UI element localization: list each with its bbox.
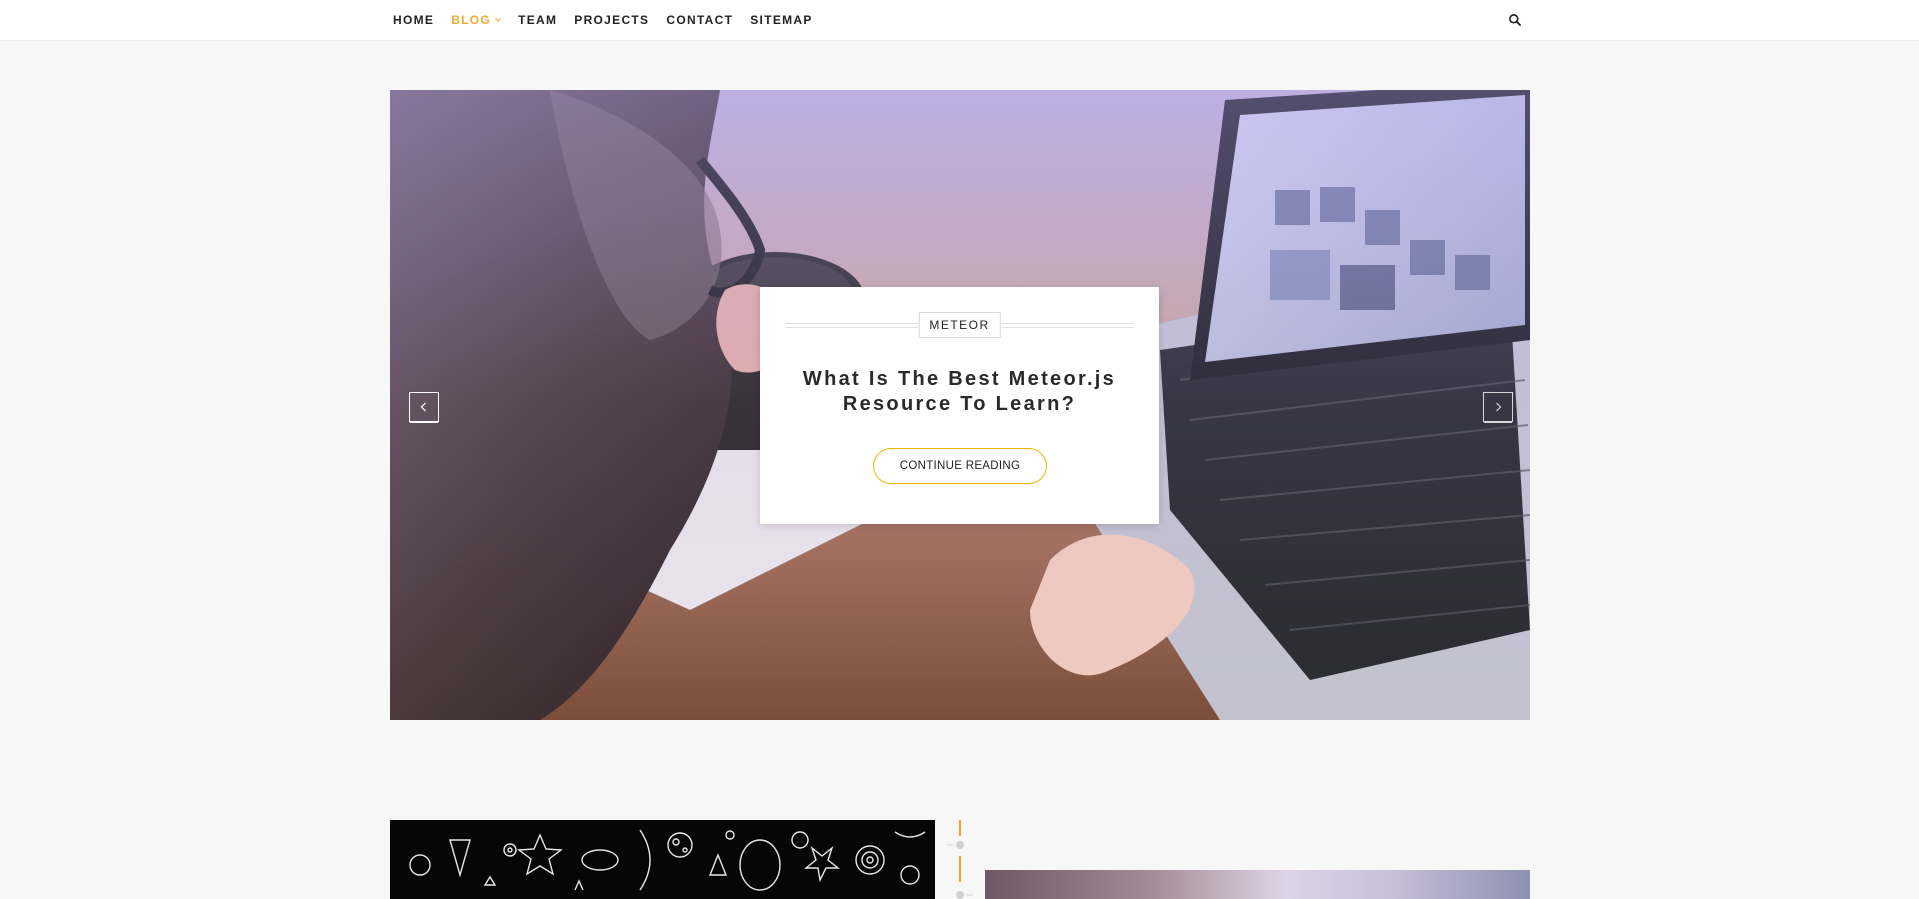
chevron-left-icon [420, 402, 426, 412]
chevron-down-icon [495, 18, 501, 22]
nav-blog-label: BLOG [451, 13, 492, 27]
chevron-right-icon [1496, 402, 1502, 412]
featured-slider: METEOR What Is The Best Meteor.js Resour… [390, 90, 1530, 720]
nav-contact[interactable]: CONTACT [666, 13, 733, 27]
slider-next-button[interactable] [1483, 392, 1513, 422]
category-badge[interactable]: METEOR [918, 312, 1001, 338]
nav-team[interactable]: TEAM [518, 13, 557, 27]
nav-projects[interactable]: PROJECTS [574, 13, 649, 27]
doodle-pattern-image [390, 820, 935, 899]
nav-home[interactable]: HOME [393, 13, 434, 27]
top-navigation-bar: HOME BLOG TEAM PROJECTS CONTACT SITEMAP [0, 0, 1919, 41]
timeline-connector [947, 820, 973, 899]
main-menu: HOME BLOG TEAM PROJECTS CONTACT SITEMAP [393, 0, 830, 40]
continue-reading-button[interactable]: CONTINUE READING [873, 448, 1047, 484]
slide-caption-card: METEOR What Is The Best Meteor.js Resour… [760, 287, 1159, 524]
post-thumbnail-doodles[interactable] [390, 820, 935, 899]
slider-prev-button[interactable] [409, 392, 439, 422]
post-title[interactable]: What Is The Best Meteor.js Resource To L… [780, 367, 1139, 417]
post-thumbnail-laptop[interactable] [985, 870, 1530, 899]
nav-blog[interactable]: BLOG [451, 13, 501, 27]
search-icon[interactable] [1508, 13, 1522, 27]
nav-sitemap[interactable]: SITEMAP [750, 13, 812, 27]
